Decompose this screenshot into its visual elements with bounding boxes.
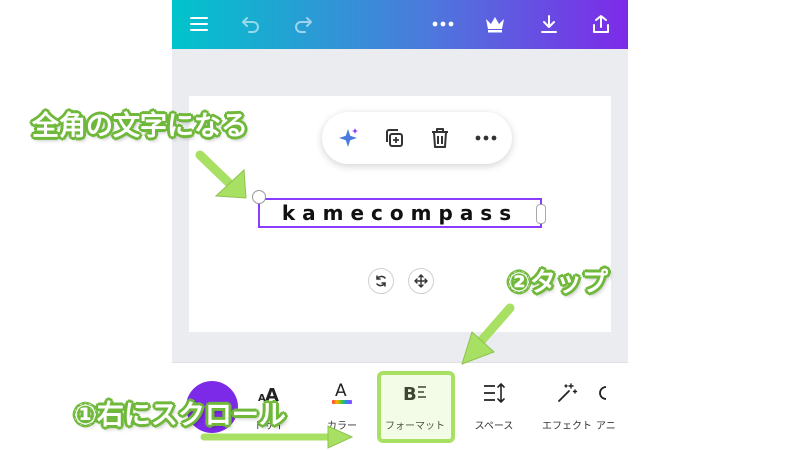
annotation-scroll-right: ①右にスクロール — [74, 400, 286, 431]
arrow-to-text — [195, 150, 247, 199]
annotation-full-width: 全角の文字になる — [32, 111, 248, 142]
annotation-tap: ②タップ — [508, 268, 609, 298]
annotation-arrows — [195, 150, 515, 449]
arrow-to-format — [461, 303, 515, 365]
